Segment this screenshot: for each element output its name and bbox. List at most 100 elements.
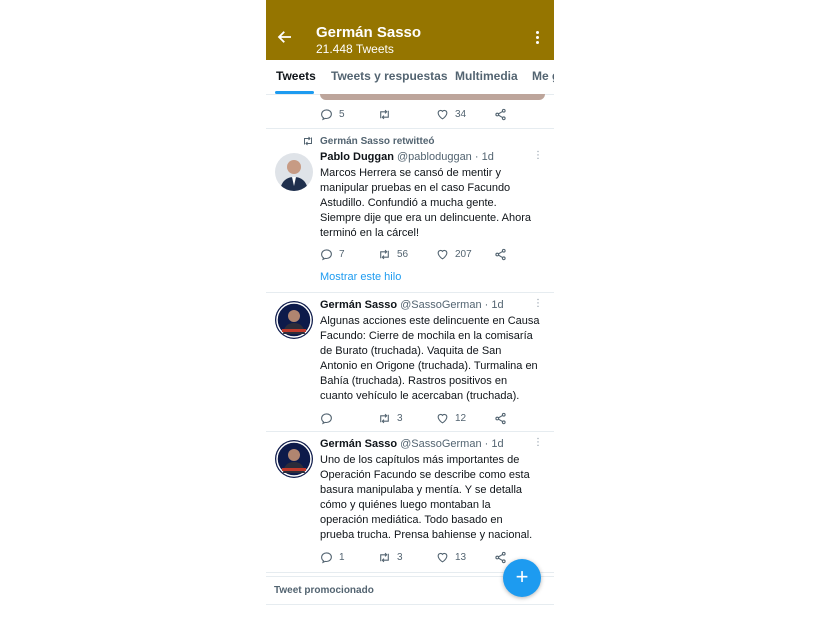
reply-count: 7 bbox=[339, 248, 345, 260]
like-icon bbox=[436, 412, 449, 425]
reply-count: 1 bbox=[339, 551, 345, 563]
tweet-line: Marcos Herrera se cansó de mentir y bbox=[320, 167, 501, 179]
tweet-meta: Germán Sasso @SassoGerman · 1d bbox=[320, 438, 504, 450]
avatar[interactable] bbox=[275, 153, 313, 191]
like-icon bbox=[436, 248, 449, 261]
tweet-actions: 3 12 bbox=[266, 410, 554, 426]
tweet-time: · 1d bbox=[484, 299, 504, 311]
retweet-button[interactable]: 3 bbox=[378, 549, 403, 565]
author-name[interactable]: Germán Sasso bbox=[320, 438, 397, 450]
retweet-count: 56 bbox=[397, 248, 409, 260]
tweet-line: Siempre dije que era un delincuente. Aho… bbox=[320, 212, 531, 224]
tab-tweets[interactable]: Tweets bbox=[276, 69, 316, 83]
reply-icon bbox=[320, 108, 333, 121]
phone-screen: Germán Sasso 21.448 Tweets Tweets Tweets… bbox=[266, 0, 554, 640]
compose-tweet-button[interactable]: + bbox=[503, 559, 541, 597]
tweet-text: Marcos Herrera se cansó de mentir y mani… bbox=[320, 166, 546, 241]
tweet-line: cómo y quiénes luego montaban la bbox=[320, 499, 491, 511]
share-button[interactable] bbox=[494, 106, 513, 122]
like-button[interactable]: 207 bbox=[436, 246, 472, 262]
retweet-count: 3 bbox=[397, 551, 403, 563]
tweet-line: Bahía (truchada). Rastros positivos en bbox=[320, 375, 508, 387]
tweet-meta: Pablo Duggan @pabloduggan · 1d bbox=[320, 151, 494, 163]
profile-header: Germán Sasso 21.448 Tweets bbox=[266, 0, 554, 60]
avatar[interactable] bbox=[275, 301, 313, 339]
author-handle[interactable]: @SassoGerman bbox=[400, 299, 481, 311]
reply-button[interactable]: 1 bbox=[320, 549, 345, 565]
retweet-button[interactable]: 56 bbox=[378, 246, 408, 262]
retweet-button[interactable] bbox=[378, 106, 397, 122]
like-count: 12 bbox=[455, 412, 467, 424]
reply-button[interactable]: 7 bbox=[320, 246, 345, 262]
reply-count: 5 bbox=[339, 108, 345, 120]
tweet-line: Algunas acciones este delincuente en Cau… bbox=[320, 315, 540, 327]
author-handle[interactable]: @SassoGerman bbox=[400, 438, 481, 450]
like-icon bbox=[436, 551, 449, 564]
tweet-menu-icon[interactable]: ⋮ bbox=[533, 298, 543, 309]
show-thread-link[interactable]: Mostrar este hilo bbox=[320, 271, 401, 283]
retweet-icon bbox=[378, 248, 391, 261]
back-arrow-icon[interactable] bbox=[276, 28, 294, 46]
tab-tweets-replies[interactable]: Tweets y respuestas bbox=[331, 69, 448, 83]
tweet-count: 21.448 Tweets bbox=[316, 42, 394, 56]
reply-button[interactable]: 5 bbox=[320, 106, 345, 122]
reply-button[interactable] bbox=[320, 410, 339, 426]
tweet-line: cuanto vehículo le acercaban (truchada). bbox=[320, 390, 520, 402]
like-count: 34 bbox=[455, 108, 467, 120]
tweet-menu-icon[interactable]: ⋮ bbox=[533, 437, 543, 448]
tweet-line: Uno de los capítulos más importantes de bbox=[320, 454, 520, 466]
retweeted-by[interactable]: Germán Sasso retwitteó bbox=[302, 135, 434, 147]
author-handle[interactable]: @pabloduggan bbox=[397, 151, 472, 163]
plus-icon: + bbox=[515, 564, 529, 589]
tweet-line: manipular pruebas en el caso Facundo bbox=[320, 182, 511, 194]
more-options-icon[interactable] bbox=[536, 31, 540, 46]
media-preview[interactable] bbox=[320, 94, 545, 100]
tweet-line: basura manipulaba y mentía. Y se detalla bbox=[320, 484, 523, 496]
like-icon bbox=[436, 108, 449, 121]
tab-media[interactable]: Multimedia bbox=[455, 69, 518, 83]
tweet-time: · 1d bbox=[474, 151, 494, 163]
tweet-line: Operación Facundo se describe como esta bbox=[320, 469, 530, 481]
share-button[interactable] bbox=[494, 246, 513, 262]
divider bbox=[266, 604, 554, 605]
retweet-icon bbox=[378, 412, 391, 425]
author-name[interactable]: Germán Sasso bbox=[320, 299, 397, 311]
like-count: 207 bbox=[455, 248, 472, 260]
promoted-tweet-label: Tweet promocionado bbox=[274, 585, 374, 596]
avatar[interactable] bbox=[275, 440, 313, 478]
share-icon bbox=[494, 551, 507, 564]
retweet-icon bbox=[378, 551, 391, 564]
author-name[interactable]: Pablo Duggan bbox=[320, 151, 394, 163]
profile-tabs: Tweets Tweets y respuestas Multimedia Me… bbox=[266, 60, 554, 95]
tweet-meta: Germán Sasso @SassoGerman · 1d bbox=[320, 299, 504, 311]
tweet-menu-icon[interactable]: ⋮ bbox=[533, 150, 543, 161]
tweet-line: de Burato (truchada). Vaquita de San bbox=[320, 345, 502, 357]
tweet-time: · 1d bbox=[484, 438, 504, 450]
divider bbox=[266, 431, 554, 432]
active-tab-indicator bbox=[275, 91, 314, 94]
retweet-icon bbox=[302, 135, 314, 147]
retweet-icon bbox=[378, 108, 391, 121]
tweet-actions: 5 34 bbox=[266, 106, 554, 122]
divider bbox=[266, 128, 554, 129]
reply-icon bbox=[320, 248, 333, 261]
retweeted-by-label: Germán Sasso retwitteó bbox=[320, 135, 435, 147]
tweet-line: Antonio en Origone (truchada). Turmalina… bbox=[320, 360, 538, 372]
share-icon bbox=[494, 412, 507, 425]
like-button[interactable]: 34 bbox=[436, 106, 466, 122]
like-button[interactable]: 13 bbox=[436, 549, 466, 565]
like-button[interactable]: 12 bbox=[436, 410, 466, 426]
tweet-line: terminó en la cárcel! bbox=[320, 227, 420, 239]
tweet-line: Facundo: Cierre de mochila en la comisar… bbox=[320, 330, 533, 342]
tweet-line: operación mediática. Todo basado en bbox=[320, 514, 503, 526]
tweet-text: Algunas acciones este delincuente en Cau… bbox=[320, 314, 546, 404]
tab-likes[interactable]: Me g bbox=[532, 69, 554, 83]
retweet-button[interactable]: 3 bbox=[378, 410, 403, 426]
share-icon bbox=[494, 248, 507, 261]
share-icon bbox=[494, 108, 507, 121]
profile-name: Germán Sasso bbox=[316, 24, 422, 41]
share-button[interactable] bbox=[494, 410, 513, 426]
like-count: 13 bbox=[455, 551, 467, 563]
reply-icon bbox=[320, 412, 333, 425]
divider bbox=[266, 292, 554, 293]
